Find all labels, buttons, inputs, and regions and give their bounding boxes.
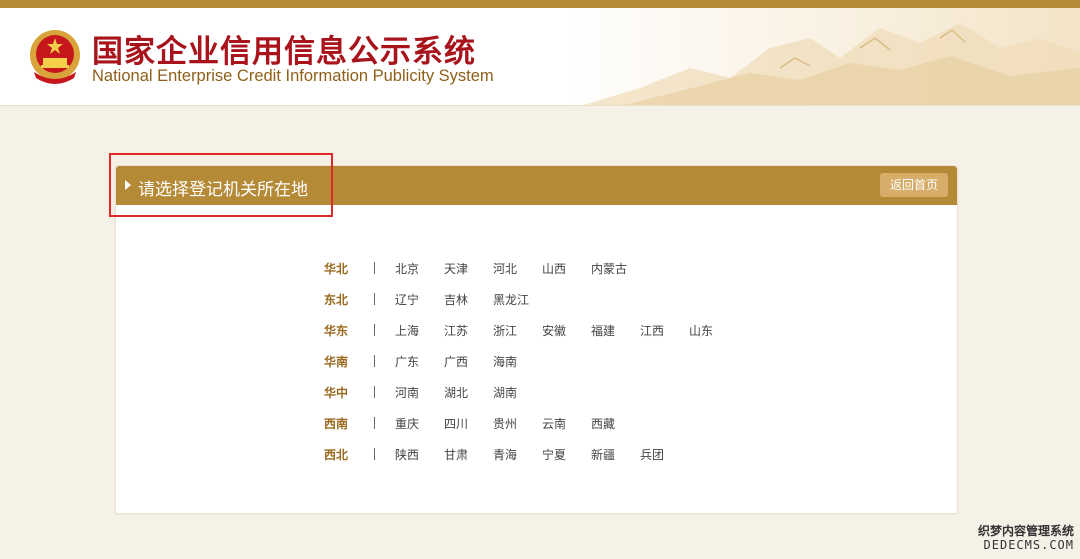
province-link[interactable]: 兵团 [640,446,664,463]
province-link[interactable]: 湖北 [444,384,468,401]
region-select-panel: 请选择登记机关所在地 返回首页 华北 北京 天津 河北 山西 内蒙古东北 辽宁 吉林 黑龙江华东… [115,165,958,514]
province-link[interactable]: 广西 [444,353,468,370]
region-name: 西北 [324,448,349,462]
province-link[interactable]: 青海 [493,446,517,463]
province-link[interactable]: 北京 [395,260,419,277]
province-link[interactable]: 广东 [395,353,419,370]
caret-right-icon [125,180,131,190]
region-name: 华北 [324,262,349,276]
site-title: 国家企业信用信息公示系统 [92,34,476,70]
region-row: 东北 辽宁 吉林 黑龙江 [324,291,844,322]
panel-header: 请选择登记机关所在地 返回首页 [116,166,957,205]
province-link[interactable]: 安徽 [542,322,566,339]
province-link[interactable]: 海南 [493,353,517,370]
province-link[interactable]: 新疆 [591,446,615,463]
province-link[interactable]: 贵州 [493,415,517,432]
province-link[interactable]: 江西 [640,322,664,339]
top-accent-stripe [0,0,1080,8]
region-row: 华中 河南 湖北 湖南 [324,384,844,415]
province-link[interactable]: 河北 [493,260,517,277]
region-name: 华南 [324,355,349,369]
site-header: 国家企业信用信息公示系统 National Enterprise Credit … [0,8,1080,106]
region-name: 西南 [324,417,349,431]
province-link[interactable]: 内蒙古 [591,260,627,277]
province-link[interactable]: 四川 [444,415,468,432]
province-link[interactable]: 宁夏 [542,446,566,463]
province-link[interactable]: 甘肃 [444,446,468,463]
province-link[interactable]: 上海 [395,322,419,339]
region-separator [374,386,375,398]
region-name: 华东 [324,324,349,338]
province-link[interactable]: 西藏 [591,415,615,432]
region-separator [374,355,375,367]
region-separator [374,293,375,305]
province-link[interactable]: 湖南 [493,384,517,401]
region-separator [374,262,375,274]
province-link[interactable]: 天津 [444,260,468,277]
region-row: 西北 陕西 甘肃 青海 宁夏 新疆 兵团 [324,446,844,477]
watermark-line-2: DEDECMS.COM [983,538,1074,552]
site-subtitle: National Enterprise Credit Information P… [92,67,494,85]
region-separator [374,324,375,336]
region-separator [374,448,375,460]
region-row: 华东 上海 江苏 浙江 安徽 福建 江西 山东 [324,322,844,353]
region-name: 东北 [324,293,349,307]
region-row: 华南 广东 广西 海南 [324,353,844,384]
province-link[interactable]: 黑龙江 [493,291,529,308]
province-link[interactable]: 江苏 [444,322,468,339]
region-list: 华北 北京 天津 河北 山西 内蒙古东北 辽宁 吉林 黑龙江华东 上海 江苏 浙江 安徽 福建 江西 山东华南… [324,260,844,477]
province-link[interactable]: 河南 [395,384,419,401]
return-home-button[interactable]: 返回首页 [880,173,948,197]
province-link[interactable]: 陕西 [395,446,419,463]
region-row: 华北 北京 天津 河北 山西 内蒙古 [324,260,844,291]
panel-title: 请选择登记机关所在地 [138,180,308,200]
province-link[interactable]: 辽宁 [395,291,419,308]
region-name: 华中 [324,386,349,400]
province-link[interactable]: 山西 [542,260,566,277]
province-link[interactable]: 浙江 [493,322,517,339]
province-link[interactable]: 重庆 [395,415,419,432]
national-emblem-icon [30,30,80,84]
province-link[interactable]: 云南 [542,415,566,432]
province-link[interactable]: 山东 [689,322,713,339]
watermark: 织梦内容管理系统 DEDECMS.COM [978,524,1074,552]
region-row: 西南 重庆 四川 贵州 云南 西藏 [324,415,844,446]
mountain-landscape-icon [583,23,1080,105]
watermark-line-1: 织梦内容管理系统 [977,524,1074,538]
province-link[interactable]: 福建 [591,322,615,339]
region-separator [374,417,375,429]
province-link[interactable]: 吉林 [444,291,468,308]
